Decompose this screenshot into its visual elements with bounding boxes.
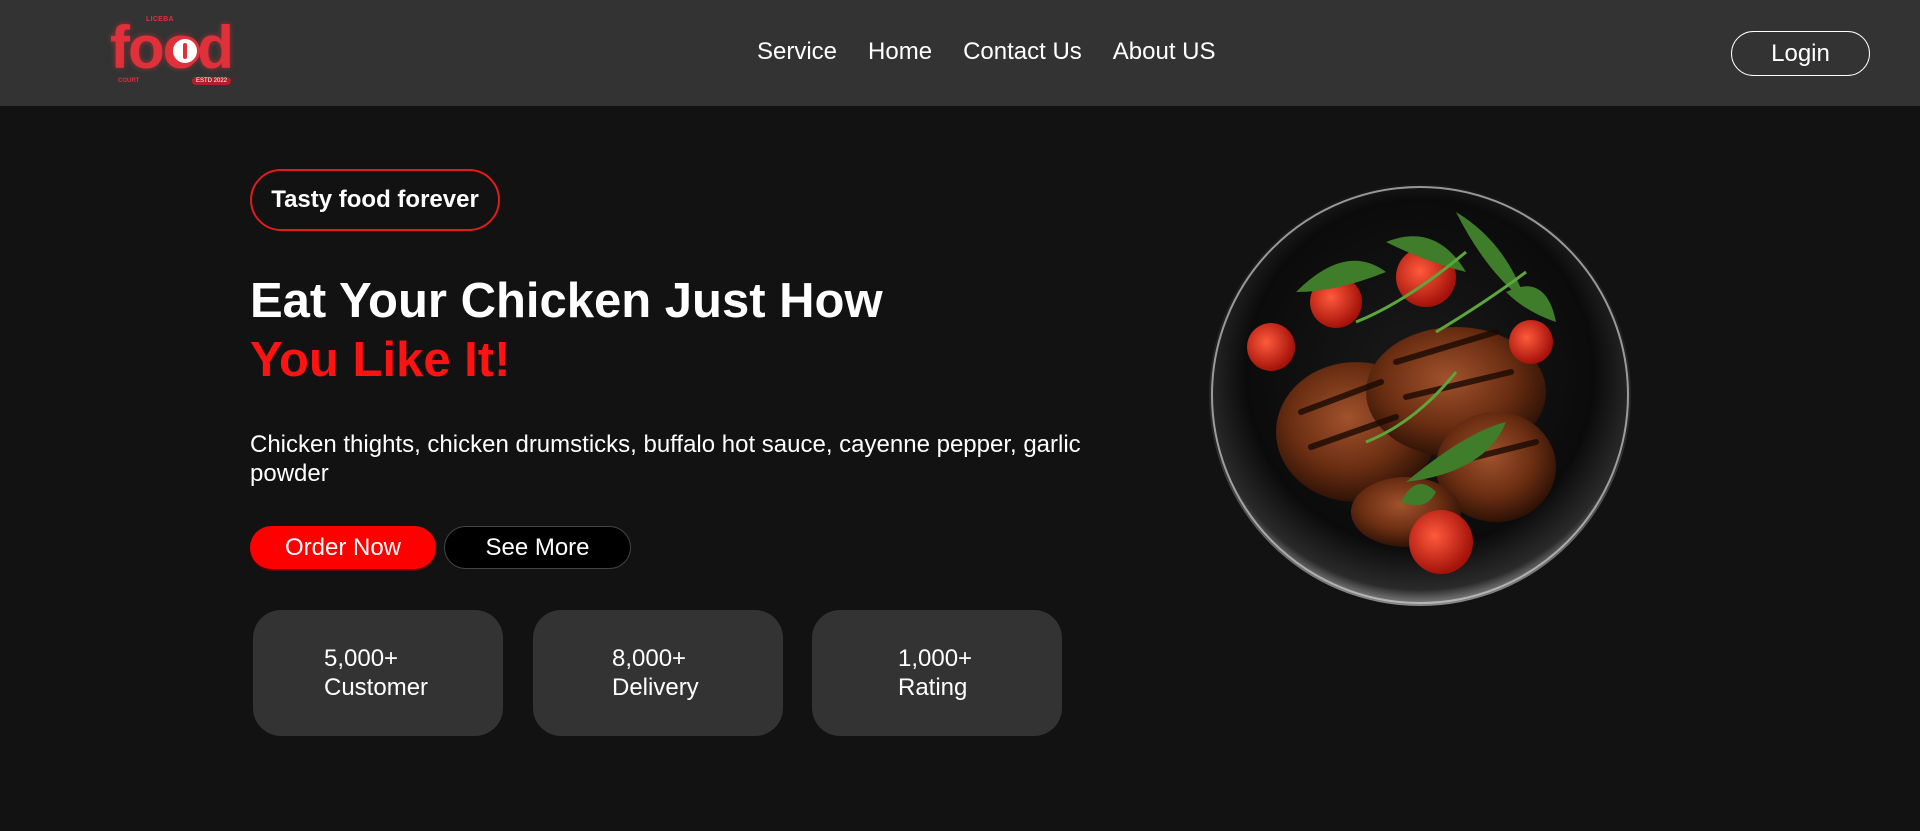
headline-line-1: Eat Your Chicken Just How [250, 274, 883, 328]
brand-logo[interactable]: LICEBA food COURT ESTD 2022 [108, 12, 238, 92]
stat-card-rating: 1,000+ Rating [812, 610, 1062, 736]
stat-label: Rating [898, 674, 968, 701]
stat-label: Delivery [612, 674, 699, 701]
stat-value: 5,000+ [324, 645, 399, 672]
headline-line-2: You Like It! [250, 333, 511, 387]
stat-card-customer: 5,000+ Customer [253, 610, 503, 736]
nav-link-home[interactable]: Home [868, 38, 932, 66]
stat-value: 8,000+ [612, 645, 687, 672]
hero-headline: Eat Your Chicken Just How You Like It! [250, 272, 883, 390]
grilled-chicken-plate-image [1209, 184, 1631, 606]
tagline-badge: Tasty food forever [250, 169, 500, 231]
order-now-button[interactable]: Order Now [250, 526, 436, 569]
stat-value: 1,000+ [898, 645, 973, 672]
navbar: LICEBA food COURT ESTD 2022 Service Home… [0, 0, 1920, 106]
logo-badge: ESTD 2022 [192, 77, 232, 85]
nav-link-service[interactable]: Service [757, 38, 837, 66]
stat-label: Customer [324, 674, 429, 701]
hero-description: Chicken thights, chicken drumsticks, buf… [250, 431, 1081, 487]
nav-link-about-us[interactable]: About US [1113, 38, 1216, 66]
main-nav: Service Home Contact Us About US [757, 38, 1216, 66]
plate-icon [170, 36, 200, 66]
see-more-button[interactable]: See More [444, 526, 631, 569]
stat-card-delivery: 8,000+ Delivery [533, 610, 783, 736]
logo-small-left-text: COURT [118, 78, 140, 84]
nav-link-contact-us[interactable]: Contact Us [963, 38, 1082, 66]
login-button[interactable]: Login [1731, 31, 1870, 76]
